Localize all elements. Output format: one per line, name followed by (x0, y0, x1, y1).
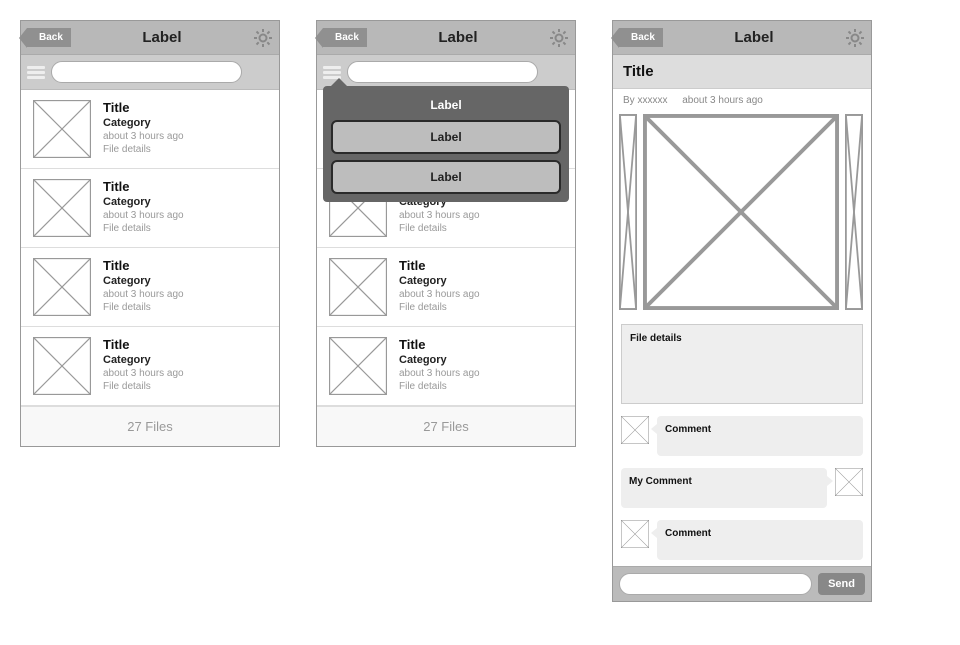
file-count: 27 Files (317, 406, 575, 446)
comment-input[interactable] (619, 573, 812, 595)
item-category: Category (103, 354, 184, 366)
author: By xxxxxx (623, 95, 667, 106)
list-item[interactable]: Title Category about 3 hours ago File de… (317, 248, 575, 327)
item-time: about 3 hours ago (103, 210, 184, 221)
item-title: Title (399, 337, 480, 352)
detail-header: Title (613, 55, 871, 89)
list-item[interactable]: Title Category about 3 hours ago File de… (317, 327, 575, 406)
item-details: File details (399, 302, 480, 313)
back-button[interactable]: Back (323, 28, 367, 47)
thumbnail-icon (329, 337, 387, 395)
image-carousel[interactable] (613, 112, 871, 318)
screen-detail: Back Label Title By xxxxxx about 3 hours… (612, 20, 872, 602)
topbar: Back Label (21, 21, 279, 55)
byline: By xxxxxx about 3 hours ago (613, 89, 871, 112)
file-list: Title Category about 3 hours ago File de… (21, 90, 279, 406)
item-title: Title (103, 337, 184, 352)
time: about 3 hours ago (682, 95, 763, 106)
main-image (643, 114, 839, 310)
item-details: File details (103, 302, 184, 313)
comment-text: Comment (657, 416, 863, 456)
settings-icon[interactable] (549, 28, 569, 48)
list-item[interactable]: Title Category about 3 hours ago File de… (21, 169, 279, 248)
search-input[interactable] (51, 61, 242, 83)
item-details: File details (103, 223, 184, 234)
item-title: Title (399, 258, 480, 273)
menu-popover: Label Label Label (323, 86, 569, 202)
search-bar (21, 55, 279, 90)
item-details: File details (399, 381, 480, 392)
list-item[interactable]: Title Category about 3 hours ago File de… (21, 90, 279, 169)
popover-option[interactable]: Label (331, 160, 561, 194)
menu-icon[interactable] (27, 64, 45, 81)
list-item[interactable]: Title Category about 3 hours ago File de… (21, 248, 279, 327)
settings-icon[interactable] (845, 28, 865, 48)
item-details: File details (399, 223, 480, 234)
item-title: Title (103, 258, 184, 273)
item-time: about 3 hours ago (399, 210, 480, 221)
item-details: File details (103, 381, 184, 392)
file-count: 27 Files (21, 406, 279, 446)
thumbnail-icon (33, 179, 91, 237)
settings-icon[interactable] (253, 28, 273, 48)
item-time: about 3 hours ago (103, 368, 184, 379)
item-category: Category (103, 196, 184, 208)
thumbnail-icon (33, 100, 91, 158)
avatar-icon (621, 520, 649, 548)
item-time: about 3 hours ago (399, 289, 480, 300)
item-category: Category (399, 275, 480, 287)
thumbnail-icon (33, 258, 91, 316)
popover-header: Label (331, 94, 561, 120)
comment-input-bar: Send (613, 566, 871, 601)
comment-text: My Comment (621, 468, 827, 508)
topbar: Back Label (317, 21, 575, 55)
detail-title: Title (623, 63, 861, 80)
page-title: Label (669, 29, 839, 46)
send-button[interactable]: Send (818, 573, 865, 595)
thumbnail-icon (329, 258, 387, 316)
avatar-icon (835, 468, 863, 496)
item-time: about 3 hours ago (103, 131, 184, 142)
item-category: Category (399, 354, 480, 366)
comment: Comment (613, 410, 871, 462)
topbar: Back Label (613, 21, 871, 55)
item-category: Category (103, 117, 184, 129)
item-time: about 3 hours ago (103, 289, 184, 300)
back-button[interactable]: Back (619, 28, 663, 47)
item-title: Title (103, 100, 184, 115)
search-input[interactable] (347, 61, 538, 83)
next-image-icon[interactable] (845, 114, 863, 310)
comment: Comment (613, 514, 871, 566)
item-title: Title (103, 179, 184, 194)
avatar-icon (621, 416, 649, 444)
item-category: Category (103, 275, 184, 287)
back-button[interactable]: Back (27, 28, 71, 47)
list-item[interactable]: Title Category about 3 hours ago File de… (21, 327, 279, 406)
item-time: about 3 hours ago (399, 368, 480, 379)
screen-list: Back Label Title Category about 3 hours … (20, 20, 280, 447)
screen-list-menu: Back Label Label Label Label Title Categ… (316, 20, 576, 447)
search-bar (317, 55, 575, 90)
thumbnail-icon (33, 337, 91, 395)
comment-text: Comment (657, 520, 863, 560)
page-title: Label (77, 29, 247, 46)
page-title: Label (373, 29, 543, 46)
file-details: File details (621, 324, 863, 404)
item-details: File details (103, 144, 184, 155)
my-comment: My Comment (613, 462, 871, 514)
popover-option[interactable]: Label (331, 120, 561, 154)
prev-image-icon[interactable] (619, 114, 637, 310)
